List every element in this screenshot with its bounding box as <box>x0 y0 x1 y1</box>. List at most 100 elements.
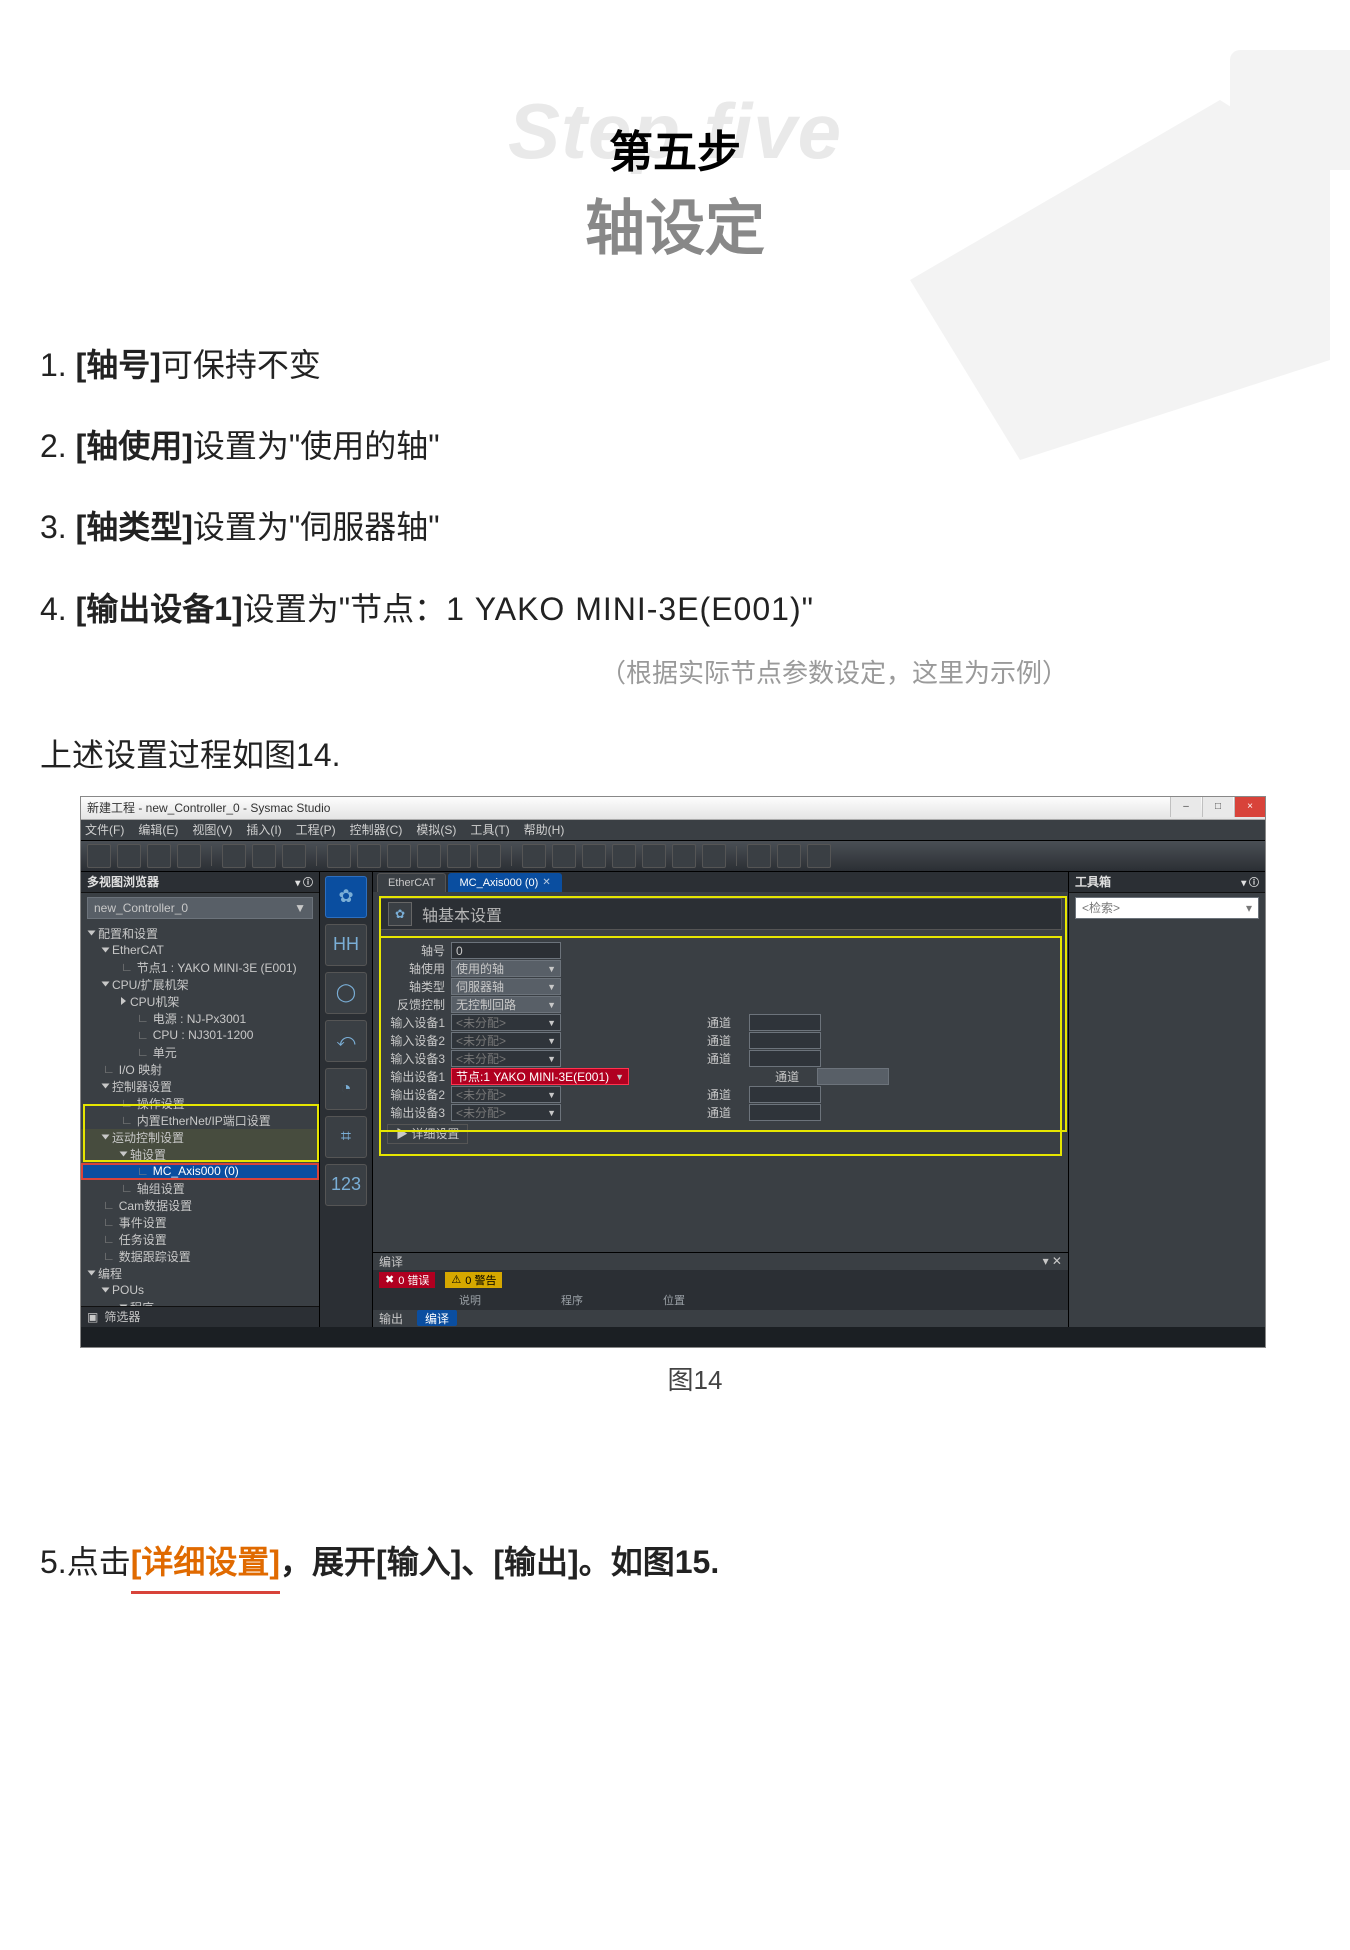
tree-node[interactable]: CPU/扩展机架 <box>81 976 319 993</box>
expand-icon[interactable] <box>102 1135 110 1140</box>
nav-button[interactable]: ⤺ <box>325 1020 367 1062</box>
menu-item[interactable]: 文件(F) <box>85 821 124 838</box>
toolbar-button[interactable] <box>777 844 801 868</box>
channel-combo[interactable] <box>749 1104 821 1121</box>
channel-combo[interactable] <box>749 1086 821 1103</box>
toolbar-button[interactable] <box>447 844 471 868</box>
toolbar-button[interactable] <box>357 844 381 868</box>
error-badge[interactable]: ✖ 0 错误 <box>379 1272 435 1288</box>
tree-node[interactable]: 配置和设置 <box>81 925 319 942</box>
toolbar-button[interactable] <box>252 844 276 868</box>
tree-node[interactable]: 编程 <box>81 1265 319 1282</box>
toolbar-button[interactable] <box>282 844 306 868</box>
toolbar-button[interactable] <box>87 844 111 868</box>
expand-icon[interactable] <box>102 1084 110 1089</box>
field-value[interactable]: 伺服器轴▼ <box>451 978 561 995</box>
field-value[interactable]: <未分配>▼ <box>451 1032 561 1049</box>
tree-node[interactable]: ∟轴组设置 <box>81 1180 319 1197</box>
field-value[interactable]: <未分配>▼ <box>451 1050 561 1067</box>
window-close-button[interactable]: × <box>1234 797 1265 817</box>
collapse-icon[interactable]: ▾ ⓘ <box>295 874 313 889</box>
tree-node[interactable]: ∟Cam数据设置 <box>81 1197 319 1214</box>
toolbar-button[interactable] <box>702 844 726 868</box>
tree-node[interactable]: ∟I/O 映射 <box>81 1061 319 1078</box>
expand-icon[interactable] <box>102 1288 110 1293</box>
tree-node[interactable]: 控制器设置 <box>81 1078 319 1095</box>
close-icon[interactable]: ▾ ✕ <box>1043 1254 1062 1268</box>
nav-button[interactable]: ◔ <box>325 1068 367 1110</box>
tree-node[interactable]: ∟MC_Axis000 (0) <box>81 1163 319 1180</box>
field-value[interactable]: 0 <box>451 942 561 959</box>
tree-node[interactable]: POUs <box>81 1282 319 1299</box>
tree-node[interactable]: ∟事件设置 <box>81 1214 319 1231</box>
menu-item[interactable]: 工具(T) <box>470 821 509 838</box>
toolbar-button[interactable] <box>522 844 546 868</box>
collapse-icon[interactable]: ▾ ⓘ <box>1241 874 1259 889</box>
toolbar-button[interactable] <box>327 844 351 868</box>
nav-button[interactable]: 123 <box>325 1164 367 1206</box>
tree-node[interactable]: ∟节点1 : YAKO MINI-3E (E001) <box>81 959 319 976</box>
field-value[interactable]: 无控制回路▼ <box>451 996 561 1013</box>
editor-tab[interactable]: MC_Axis000 (0)✕ <box>448 873 561 892</box>
nav-button[interactable]: ◯ <box>325 972 367 1014</box>
channel-combo[interactable] <box>817 1068 889 1085</box>
channel-combo[interactable] <box>749 1032 821 1049</box>
toolbar-button[interactable] <box>477 844 501 868</box>
expand-icon[interactable] <box>88 931 96 936</box>
toolbar-button[interactable] <box>222 844 246 868</box>
filter-icon[interactable]: ▣ <box>87 1310 98 1324</box>
window-min-button[interactable]: – <box>1170 797 1201 817</box>
toolbar-button[interactable] <box>612 844 636 868</box>
expand-icon[interactable] <box>121 997 126 1005</box>
tree-node[interactable]: ∟单元 <box>81 1044 319 1061</box>
field-value[interactable]: 节点:1 YAKO MINI-3E(E001)▼ <box>451 1068 629 1085</box>
tree-node[interactable]: ∟内置EtherNet/IP端口设置 <box>81 1112 319 1129</box>
toolbar-button[interactable] <box>417 844 441 868</box>
tree-node[interactable]: 运动控制设置 <box>81 1129 319 1146</box>
toolbox-search[interactable]: <检索> ▾ <box>1075 897 1259 919</box>
field-value[interactable]: <未分配>▼ <box>451 1086 561 1103</box>
toolbar-button[interactable] <box>177 844 201 868</box>
menu-item[interactable]: 工程(P) <box>296 821 336 838</box>
channel-combo[interactable] <box>749 1014 821 1031</box>
tree-node[interactable]: CPU机架 <box>81 993 319 1010</box>
menu-item[interactable]: 模拟(S) <box>416 821 456 838</box>
field-value[interactable]: 使用的轴▼ <box>451 960 561 977</box>
toolbar-button[interactable] <box>552 844 576 868</box>
tree-node[interactable]: ∟电源 : NJ-Px3001 <box>81 1010 319 1027</box>
expand-icon[interactable] <box>102 948 110 953</box>
toolbar-button[interactable] <box>117 844 141 868</box>
nav-settings-button[interactable]: ✿ <box>325 876 367 918</box>
expand-icon[interactable] <box>120 1152 128 1157</box>
menu-item[interactable]: 控制器(C) <box>350 821 403 838</box>
toolbar-button[interactable] <box>672 844 696 868</box>
expand-icon[interactable] <box>120 1305 128 1306</box>
tree-node[interactable]: 轴设置 <box>81 1146 319 1163</box>
nav-button[interactable]: ⌗ <box>325 1116 367 1158</box>
warning-badge[interactable]: ⚠ 0 警告 <box>445 1272 502 1288</box>
toolbar-button[interactable] <box>807 844 831 868</box>
field-value[interactable]: <未分配>▼ <box>451 1014 561 1031</box>
tree-node[interactable]: ∟操作设置 <box>81 1095 319 1112</box>
tree-node[interactable]: EtherCAT <box>81 942 319 959</box>
tree-node[interactable]: ∟数据跟踪设置 <box>81 1248 319 1265</box>
detail-toggle[interactable]: ▶ 详细设置 <box>387 1124 468 1144</box>
expand-icon[interactable] <box>102 982 110 987</box>
menu-item[interactable]: 视图(V) <box>192 821 232 838</box>
toolbar-button[interactable] <box>147 844 171 868</box>
close-icon[interactable]: ✕ <box>542 877 550 888</box>
menu-item[interactable]: 编辑(E) <box>138 821 178 838</box>
expand-icon[interactable] <box>88 1271 96 1276</box>
toolbar-button[interactable] <box>582 844 606 868</box>
menu-item[interactable]: 插入(I) <box>246 821 281 838</box>
tree-node[interactable]: 程序 <box>81 1299 319 1306</box>
toolbar-button[interactable] <box>387 844 411 868</box>
channel-combo[interactable] <box>749 1050 821 1067</box>
tree-node[interactable]: ∟任务设置 <box>81 1231 319 1248</box>
nav-button[interactable]: HH <box>325 924 367 966</box>
menu-item[interactable]: 帮助(H) <box>524 821 565 838</box>
toolbar-button[interactable] <box>642 844 666 868</box>
controller-combo[interactable]: new_Controller_0▼ <box>87 897 313 919</box>
footer-tab-compile[interactable]: 编译 <box>417 1310 457 1326</box>
field-value[interactable]: <未分配>▼ <box>451 1104 561 1121</box>
